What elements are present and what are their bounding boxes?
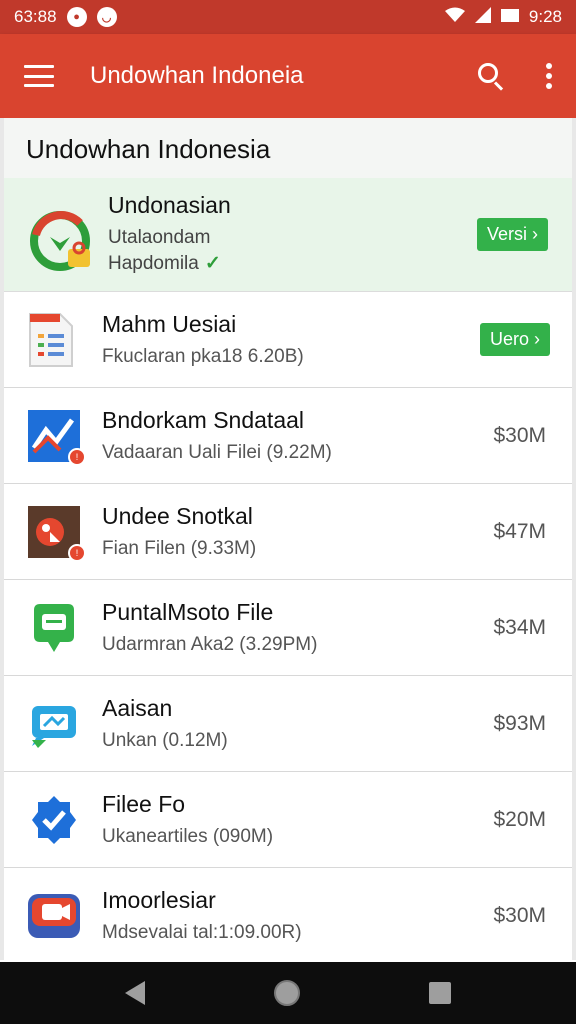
status-time-right: 9:28 [528, 7, 562, 26]
item-size: $34M [493, 615, 546, 639]
list-item[interactable]: PuntalMsoto File Udarmran Aka2 (3.29PM) … [4, 580, 572, 676]
update-button[interactable]: Uero › [479, 323, 550, 356]
item-subtitle: Udarmran Aka2 (3.29PM) [102, 634, 318, 655]
featured-item[interactable]: Undonasian Utalaondam Hapdomila ✓ Versi › [4, 178, 572, 292]
section-title: Undowhan Indonesia [4, 118, 572, 178]
item-size: $47M [493, 519, 546, 543]
back-icon[interactable] [124, 981, 145, 1005]
featured-line-1: Utalaondam [108, 227, 211, 248]
document-icon [26, 312, 82, 368]
chat-notification-icon: ◡ [96, 7, 117, 27]
status-bar: 63:88 ● ◡ 9:28 [0, 0, 576, 34]
recent-apps-icon[interactable] [429, 982, 452, 1004]
item-size: $30M [493, 423, 546, 447]
list-item[interactable]: Mahm Uesiai Fkuclaran pka18 6.20B) Uero … [4, 292, 572, 388]
notification-icon: ● [66, 7, 87, 27]
list-item[interactable]: ! Undee Snotkal Fian Filen (9.33M) $47M [4, 484, 572, 580]
item-name: Mahm Uesiai [102, 311, 237, 337]
check-badge-icon [26, 792, 82, 848]
item-subtitle: Unkan (0.12M) [102, 730, 228, 751]
item-subtitle: Fkuclaran pka18 6.20B) [102, 346, 304, 367]
search-icon[interactable] [476, 61, 506, 91]
menu-icon[interactable] [24, 65, 54, 87]
home-icon[interactable] [273, 980, 300, 1006]
featured-line-2: Hapdomila [108, 253, 199, 274]
item-subtitle: Vadaaran Uali Filei (9.22M) [102, 442, 332, 463]
item-subtitle: Fian Filen (9.33M) [102, 538, 257, 559]
list-item[interactable]: ! Bndorkam Sndataal Vadaaran Uali Filei … [4, 388, 572, 484]
item-name: Imoorlesiar [102, 887, 216, 913]
featured-name: Undonasian [108, 192, 231, 218]
more-options-icon[interactable] [546, 63, 552, 89]
list-item[interactable]: Imoorlesiar Mdsevalai tal:1:09.00R) $30M [4, 868, 572, 964]
app-bar: Undowhan Indoneia [0, 34, 576, 118]
item-name: PuntalMsoto File [102, 599, 274, 625]
wifi-icon [444, 7, 465, 28]
app-logo-icon [28, 207, 90, 271]
app-title: Undowhan Indoneia [90, 62, 304, 89]
message-icon [26, 696, 82, 752]
photo-icon: ! [26, 504, 86, 562]
item-name: Filee Fo [102, 791, 186, 817]
chart-icon: ! [26, 408, 86, 466]
list-item[interactable]: Filee Fo Ukaneartiles (090M) $20M [4, 772, 572, 868]
signal-icon [474, 6, 491, 28]
list-item[interactable]: Aaisan Unkan (0.12M) $93M [4, 676, 572, 772]
navigation-bar [0, 962, 576, 1024]
item-name: Bndorkam Sndataal [102, 407, 305, 433]
status-time-left: 63:88 [14, 7, 57, 26]
item-size: $20M [493, 807, 546, 831]
video-icon [26, 888, 82, 944]
featured-version-button[interactable]: Versi › [476, 218, 548, 251]
item-name: Undee Snotkal [102, 503, 253, 529]
item-subtitle: Ukaneartiles (090M) [102, 826, 274, 847]
verified-check-icon: ✓ [204, 253, 221, 274]
chat-icon [26, 600, 82, 656]
battery-icon [500, 7, 519, 28]
item-name: Aaisan [102, 695, 173, 721]
item-size: $93M [493, 711, 546, 735]
item-subtitle: Mdsevalai tal:1:09.00R) [102, 922, 302, 943]
app-list: Undowhan Indonesia Undonasian Utalaondam… [0, 118, 576, 964]
item-size: $30M [493, 903, 546, 927]
